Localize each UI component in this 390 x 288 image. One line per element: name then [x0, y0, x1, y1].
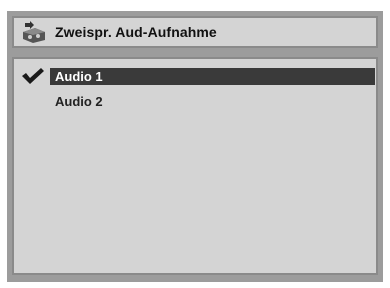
- audio-1-label: Audio 1: [50, 68, 375, 85]
- dialog-title: Zweispr. Aud-Aufnahme: [55, 24, 217, 40]
- dialog-title-bar: Zweispr. Aud-Aufnahme: [12, 16, 378, 48]
- list-item-audio-2[interactable]: Audio 2: [14, 93, 376, 110]
- list-item-audio-1[interactable]: Audio 1: [14, 68, 376, 85]
- dialog-frame: Zweispr. Aud-Aufnahme Audio 1 Audio 2: [7, 11, 383, 282]
- checkmark-icon: [22, 68, 44, 84]
- audio-2-label: Audio 2: [55, 94, 103, 109]
- audio-options-list: Audio 1 Audio 2: [12, 57, 378, 275]
- audio-recording-icon: [23, 21, 45, 43]
